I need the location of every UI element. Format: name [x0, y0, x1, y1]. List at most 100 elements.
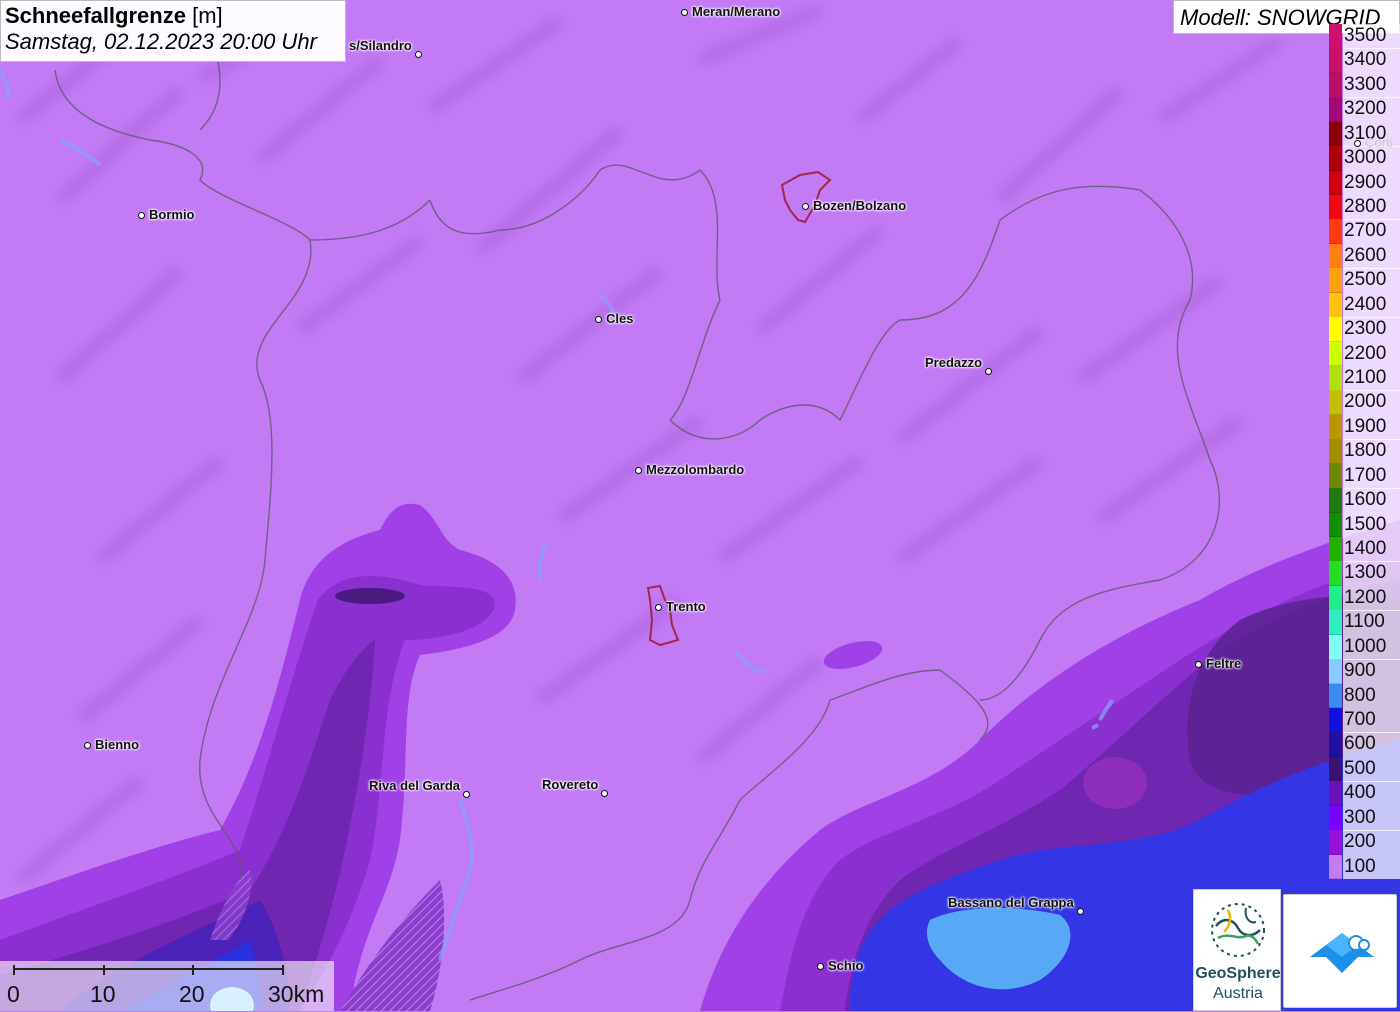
legend-row: 600 — [1329, 732, 1400, 758]
legend-label: 300 — [1343, 805, 1400, 831]
legend-row: 2900 — [1329, 170, 1400, 196]
legend-swatch — [1329, 146, 1342, 172]
legend-label: 1400 — [1343, 537, 1400, 562]
scale-label-30km: 30km — [268, 981, 325, 1007]
color-legend: 3500 3400 3300 3200 3100 3000 2900 2800 2700 2600… — [1329, 24, 1400, 891]
legend-label: 2000 — [1343, 390, 1400, 416]
city-label[interactable]: Cles — [606, 311, 633, 326]
city-marker-icon[interactable] — [594, 315, 602, 323]
legend-swatch — [1329, 268, 1342, 294]
city-marker-icon[interactable] — [1194, 660, 1202, 668]
legend-label: 700 — [1343, 708, 1400, 733]
legend-swatch — [1329, 781, 1342, 807]
map-canvas[interactable] — [0, 0, 1400, 1011]
legend-label: 2900 — [1343, 170, 1400, 196]
city-marker-icon[interactable] — [634, 466, 642, 474]
city-label[interactable]: Bassano del Grappa — [948, 895, 1074, 910]
scale-label-20: 20 — [179, 981, 205, 1007]
legend-label: 3400 — [1343, 48, 1400, 74]
legend-row: 2400 — [1329, 292, 1400, 318]
legend-swatch — [1329, 170, 1342, 196]
legend-label: 3200 — [1343, 97, 1400, 123]
city-marker-icon[interactable] — [137, 211, 145, 219]
legend-swatch — [1329, 48, 1342, 74]
legend-row: 3400 — [1329, 48, 1400, 74]
legend-row: 900 — [1329, 659, 1400, 685]
legend-row: 2700 — [1329, 219, 1400, 245]
city-label[interactable]: Riva del Garda — [369, 778, 460, 793]
city-label[interactable]: Corti — [1365, 135, 1392, 150]
legend-row: 2000 — [1329, 390, 1400, 416]
city-marker-icon[interactable] — [462, 790, 470, 798]
legend-swatch — [1329, 97, 1342, 123]
legend-row: 700 — [1329, 708, 1400, 733]
legend-row: 500 — [1329, 756, 1400, 782]
legend-row: 2600 — [1329, 243, 1400, 269]
city-label[interactable]: Bienno — [95, 737, 139, 752]
legend-label: 800 — [1343, 683, 1400, 709]
legend-swatch — [1329, 439, 1342, 465]
legend-label: 2400 — [1343, 292, 1400, 318]
city-marker-icon[interactable] — [600, 789, 608, 797]
legend-label: 1000 — [1343, 634, 1400, 660]
legend-row: 800 — [1329, 683, 1400, 709]
city-label[interactable]: s/Silandro — [349, 38, 412, 53]
city-label[interactable]: Trento — [666, 599, 706, 614]
city-marker-icon[interactable] — [1076, 907, 1084, 915]
city-marker-icon[interactable] — [984, 367, 992, 375]
scale-bar: 0 10 20 30km — [0, 961, 334, 1011]
legend-row: 1400 — [1329, 537, 1400, 562]
city-label[interactable]: Bormio — [149, 207, 195, 222]
city-label[interactable]: Mezzolombardo — [646, 462, 744, 477]
legend-swatch — [1329, 24, 1342, 49]
legend-label: 2600 — [1343, 243, 1400, 269]
legend-row: 1800 — [1329, 439, 1400, 465]
legend-swatch — [1329, 756, 1342, 782]
geosphere-emblem-icon — [1211, 903, 1265, 957]
legend-row: 3500 — [1329, 24, 1400, 49]
city-label[interactable]: Feltre — [1206, 656, 1241, 671]
legend-label: 3500 — [1343, 24, 1400, 49]
legend-swatch — [1329, 585, 1342, 611]
legend-swatch — [1329, 243, 1342, 269]
city-marker-icon[interactable] — [1353, 139, 1361, 147]
city-marker-icon[interactable] — [680, 8, 688, 16]
legend-row: 2100 — [1329, 366, 1400, 391]
city-marker-icon[interactable] — [83, 741, 91, 749]
city-marker-icon[interactable] — [654, 603, 662, 611]
legend-swatch — [1329, 537, 1342, 562]
legend-label: 900 — [1343, 659, 1400, 685]
city-label[interactable]: Rovereto — [542, 777, 598, 792]
legend-row: 400 — [1329, 781, 1400, 807]
legend-row: 2800 — [1329, 195, 1400, 220]
legend-swatch — [1329, 854, 1342, 880]
legend-swatch — [1329, 512, 1342, 538]
legend-label: 400 — [1343, 781, 1400, 807]
legend-label: 1700 — [1343, 463, 1400, 489]
scale-label-10: 10 — [90, 981, 116, 1007]
city-marker-icon[interactable] — [414, 50, 422, 58]
legend-label: 2300 — [1343, 317, 1400, 343]
legend-swatch — [1329, 366, 1342, 391]
app-logo[interactable] — [1283, 894, 1397, 1008]
legend-label: 2800 — [1343, 195, 1400, 220]
city-marker-icon[interactable] — [816, 962, 824, 970]
city-label[interactable]: Meran/Merano — [692, 4, 780, 19]
legend-swatch — [1329, 561, 1342, 587]
legend-label: 1800 — [1343, 439, 1400, 465]
legend-swatch — [1329, 610, 1342, 636]
legend-swatch — [1329, 341, 1342, 367]
legend-row: 1600 — [1329, 488, 1400, 514]
legend-label: 1600 — [1343, 488, 1400, 514]
geosphere-name: GeoSphere — [1195, 965, 1281, 982]
city-label[interactable]: Bozen/Bolzano — [813, 198, 906, 213]
map-title-unit: [m] — [192, 3, 223, 28]
legend-label: 2700 — [1343, 219, 1400, 245]
legend-label: 1300 — [1343, 561, 1400, 587]
city-marker-icon[interactable] — [801, 202, 809, 210]
city-label[interactable]: Predazzo — [925, 355, 982, 370]
legend-swatch — [1329, 708, 1342, 733]
geosphere-logo[interactable]: GeoSphere Austria — [1193, 889, 1281, 1011]
city-label[interactable]: Schio — [828, 958, 863, 973]
legend-swatch — [1329, 195, 1342, 220]
